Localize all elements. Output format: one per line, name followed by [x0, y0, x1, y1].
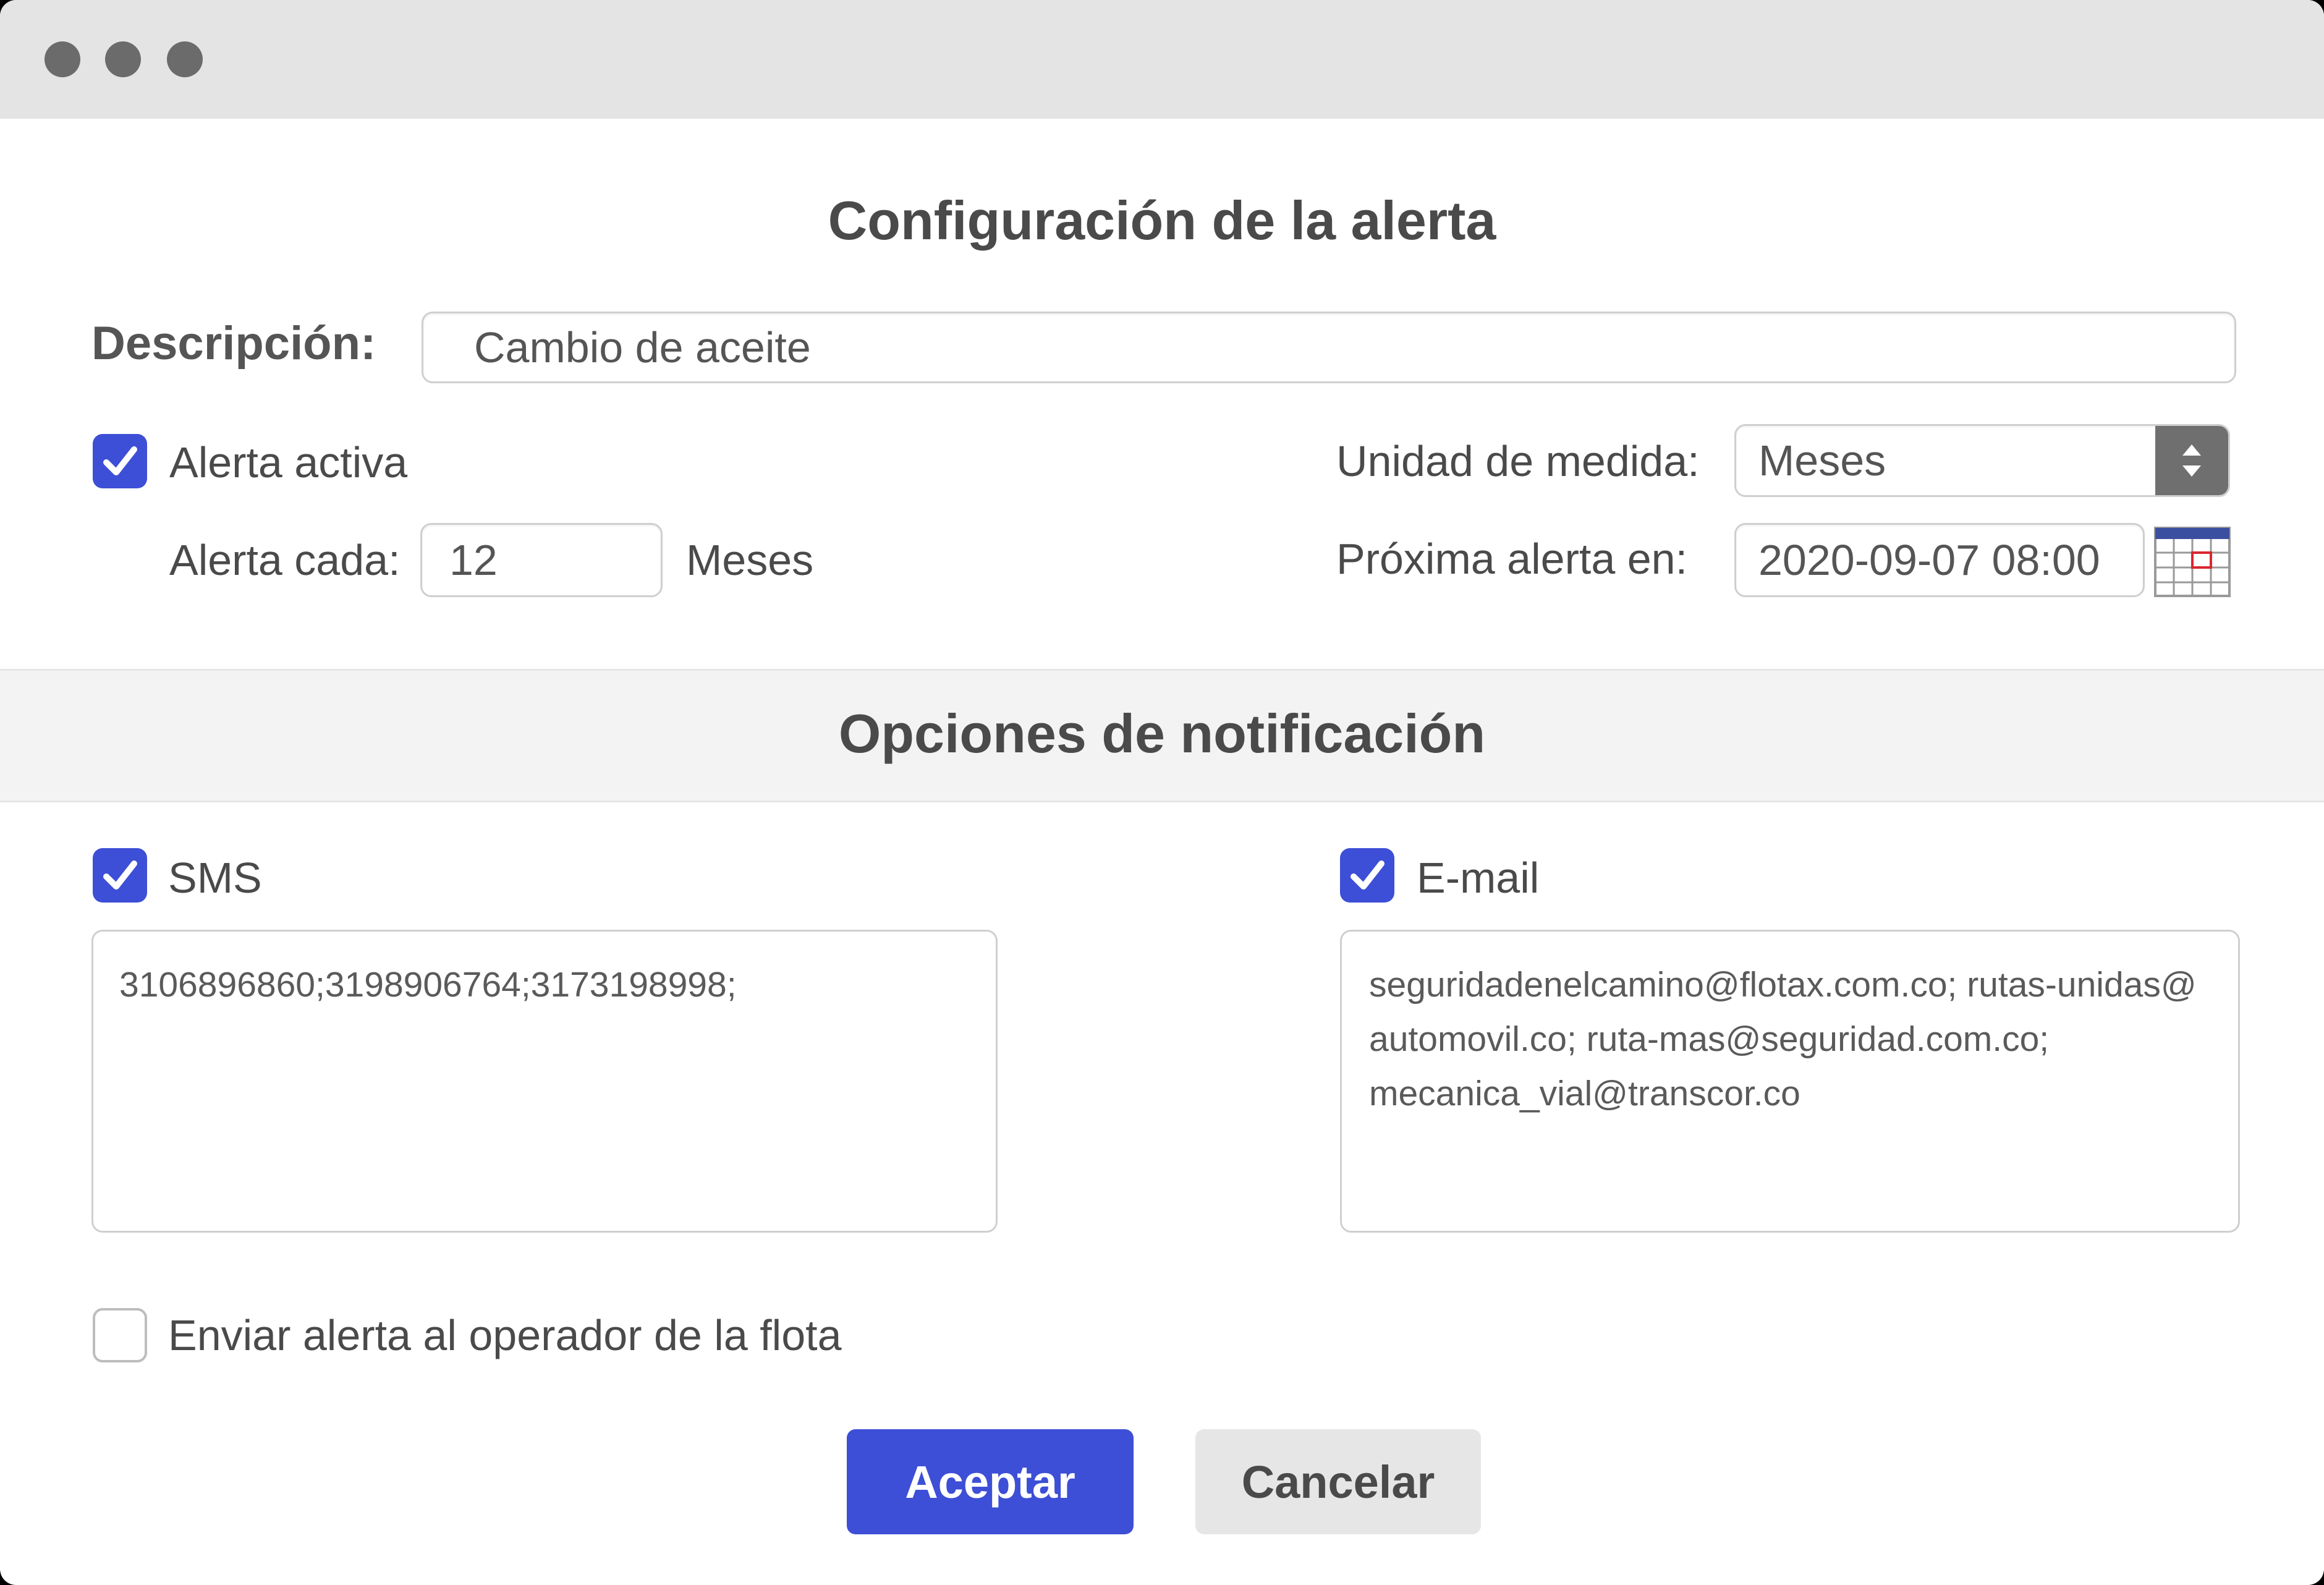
email-line: seguridadenelcamino@flotax.com.co; rutas…: [1369, 965, 2197, 1005]
minimize-window-dot[interactable]: [105, 41, 141, 77]
alert-active-label: Alerta activa: [169, 438, 408, 487]
sms-recipients-value: 3106896860;3198906764;3173198998;: [119, 965, 737, 1005]
check-icon: [103, 860, 137, 890]
zoom-window-dot[interactable]: [167, 41, 203, 77]
email-line: mecanica_vial@transcor.co: [1369, 1074, 1800, 1113]
cancel-button[interactable]: Cancelar: [1195, 1429, 1481, 1534]
unit-value: Meses: [1758, 436, 1886, 485]
email-recipients-textarea[interactable]: seguridadenelcamino@flotax.com.co; rutas…: [1340, 930, 2240, 1233]
close-window-dot[interactable]: [45, 41, 80, 77]
description-value: Cambio de aceite: [474, 323, 811, 372]
next-alert-input[interactable]: 2020-09-07 08:00: [1734, 523, 2145, 597]
unit-select[interactable]: Meses: [1734, 424, 2230, 497]
alert-every-unit: Meses: [686, 536, 814, 584]
check-icon: [1351, 860, 1385, 890]
alert-config-title: Configuración de la alerta: [828, 190, 1496, 251]
email-line: automovil.co; ruta-mas@seguridad.com.co;: [1369, 1019, 2050, 1059]
check-icon: [103, 446, 137, 475]
description-input[interactable]: Cambio de aceite: [422, 312, 2236, 383]
operator-checkbox[interactable]: [93, 1308, 147, 1362]
sms-checkbox[interactable]: [93, 848, 147, 903]
description-label: Descripción:: [91, 317, 376, 370]
alert-every-label: Alerta cada:: [169, 536, 401, 584]
operator-label: Enviar alerta al operador de la flota: [168, 1311, 842, 1359]
sms-label: SMS: [168, 854, 262, 902]
notification-title: Opciones de notificación: [838, 703, 1486, 764]
alert-active-checkbox[interactable]: [93, 434, 147, 488]
email-label: E-mail: [1417, 854, 1540, 902]
email-checkbox[interactable]: [1340, 848, 1394, 903]
next-alert-value: 2020-09-07 08:00: [1758, 536, 2100, 584]
alert-config-window: Configuración de la alerta Descripción: …: [0, 0, 2324, 1585]
calendar-icon[interactable]: [2153, 523, 2231, 598]
up-down-arrows-icon[interactable]: [2155, 426, 2228, 495]
sms-recipients-textarea[interactable]: 3106896860;3198906764;3173198998;: [91, 930, 998, 1233]
accept-button[interactable]: Aceptar: [847, 1429, 1134, 1534]
alert-every-input[interactable]: 12: [420, 523, 663, 597]
next-alert-label: Próxima alerta en:: [1336, 535, 1688, 583]
alert-every-value: 12: [449, 536, 498, 584]
title-bar: [0, 0, 2324, 119]
unit-label: Unidad de medida:: [1336, 437, 1700, 485]
